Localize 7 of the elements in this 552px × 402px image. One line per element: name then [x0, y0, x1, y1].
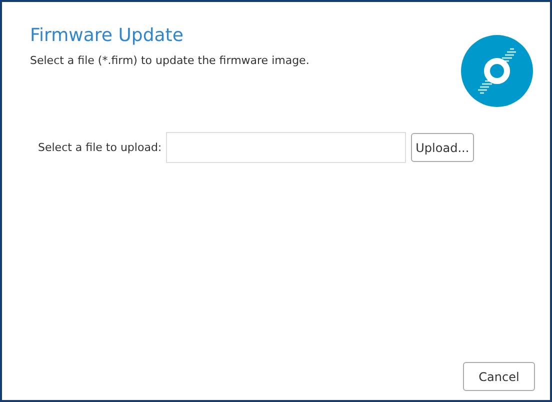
dialog-description: Select a file (*.firm) to update the firmware image. [30, 54, 310, 67]
file-field[interactable] [166, 132, 406, 163]
disc-icon [460, 34, 534, 108]
upload-button[interactable]: Upload... [410, 133, 474, 162]
cancel-button[interactable]: Cancel [463, 362, 535, 391]
dialog-title: Firmware Update [30, 24, 184, 48]
file-label: Select a file to upload: [38, 141, 162, 154]
